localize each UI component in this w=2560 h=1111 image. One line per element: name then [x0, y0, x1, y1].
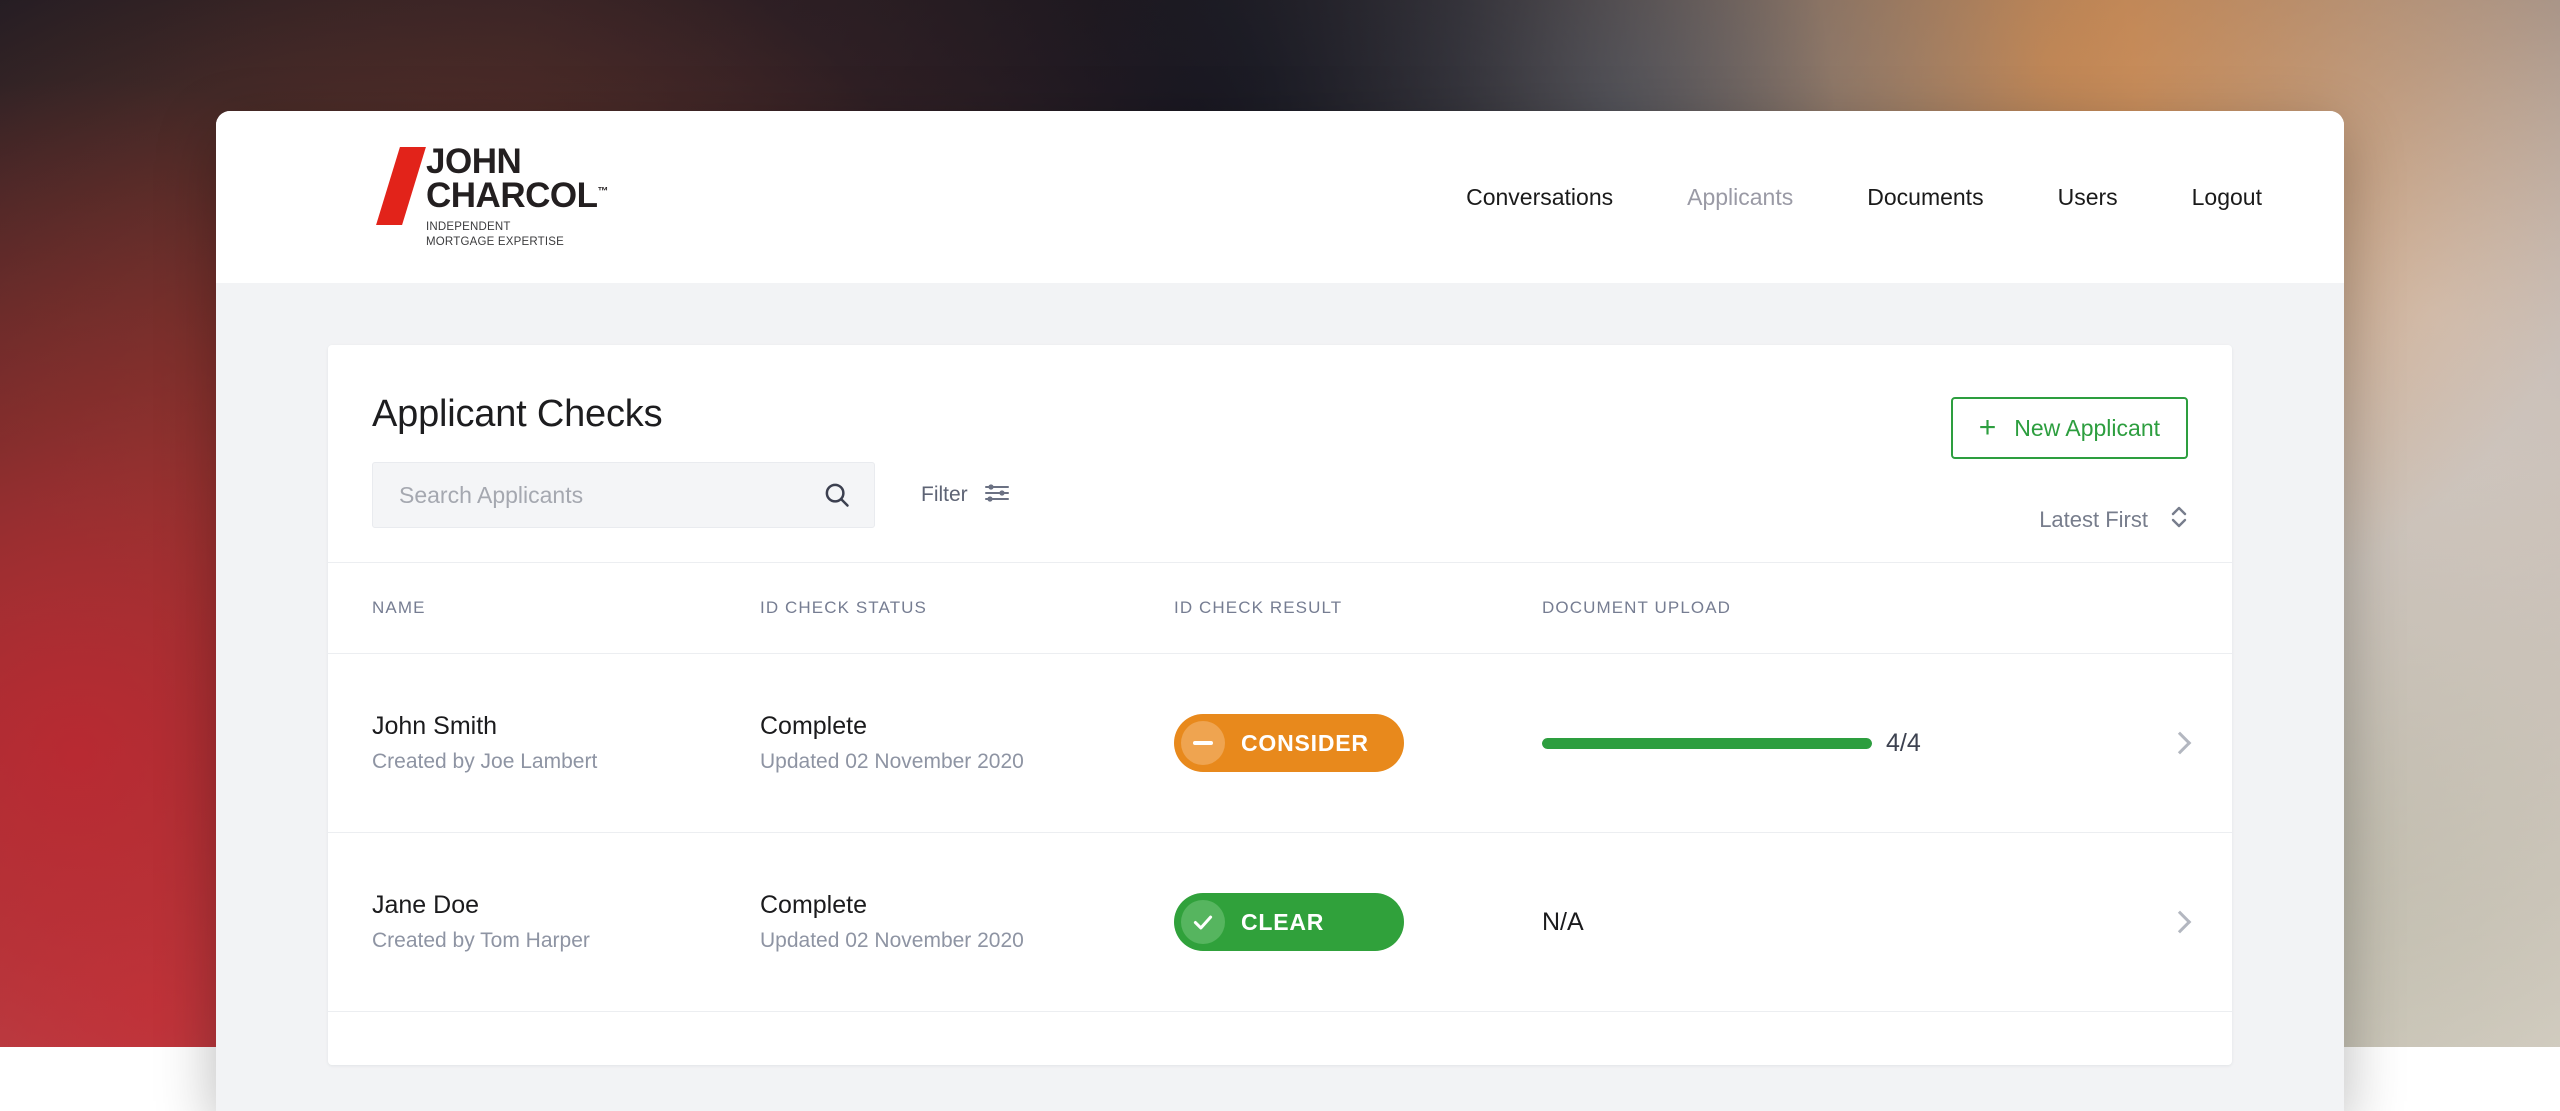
search-applicants-field[interactable] [372, 462, 875, 528]
document-upload-not-available: N/A [1542, 908, 2128, 937]
tune-icon [984, 482, 1010, 509]
logo-tagline-line-1: INDEPENDENT [426, 220, 608, 234]
check-icon [1181, 900, 1225, 944]
logo-slash-icon [376, 147, 426, 225]
main-navigation: Conversations Applicants Documents Users… [1466, 184, 2280, 211]
card-header: Applicant Checks Filter [328, 345, 2232, 562]
id-check-status: Complete [760, 711, 1174, 742]
document-upload-progress-fill [1542, 738, 1872, 749]
page-body: Applicant Checks Filter [216, 283, 2344, 1065]
applicant-created-by: Created by Joe Lambert [372, 749, 760, 775]
logo-trademark-icon: ™ [597, 185, 608, 197]
plus-icon: + [1979, 413, 1997, 443]
nav-item-users[interactable]: Users [2058, 184, 2118, 211]
browser-window: JOHN CHARCOL™ INDEPENDENT MORTGAGE EXPER… [216, 111, 2344, 1111]
chevron-right-icon [2169, 911, 2192, 934]
controls-row: Filter [372, 462, 2188, 528]
sort-order-label: Latest First [2039, 507, 2148, 533]
logo-line-2: CHARCOL™ [426, 179, 608, 213]
new-applicant-button[interactable]: + New Applicant [1951, 397, 2188, 459]
top-navigation-bar: JOHN CHARCOL™ INDEPENDENT MORTGAGE EXPER… [216, 111, 2344, 283]
id-check-updated: Updated 02 November 2020 [760, 928, 1174, 954]
row-open-chevron[interactable] [2128, 914, 2188, 930]
nav-item-documents[interactable]: Documents [1867, 184, 1983, 211]
search-input[interactable] [399, 482, 822, 509]
nav-item-logout[interactable]: Logout [2192, 184, 2262, 211]
id-check-status-cell: Complete Updated 02 November 2020 [760, 711, 1174, 776]
table-header-row: NAME ID CHECK STATUS ID CHECK RESULT DOC… [328, 562, 2232, 654]
filter-button[interactable]: Filter [921, 482, 1010, 509]
applicants-table: NAME ID CHECK STATUS ID CHECK RESULT DOC… [328, 562, 2232, 1012]
chevron-up-down-icon [2170, 503, 2188, 536]
logo-line-2-text: CHARCOL [426, 176, 597, 215]
search-icon[interactable] [822, 480, 852, 510]
id-check-updated: Updated 02 November 2020 [760, 749, 1174, 775]
page-title: Applicant Checks [372, 393, 2188, 436]
column-header-name: NAME [372, 598, 760, 618]
status-badge-label: CONSIDER [1241, 730, 1369, 757]
row-open-chevron[interactable] [2128, 735, 2188, 751]
applicant-name-cell: John Smith Created by Joe Lambert [372, 711, 760, 776]
logo-line-1: JOHN [426, 145, 608, 179]
john-charcol-logo[interactable]: JOHN CHARCOL™ INDEPENDENT MORTGAGE EXPER… [388, 145, 608, 249]
id-check-status-cell: Complete Updated 02 November 2020 [760, 890, 1174, 955]
logo-tagline: INDEPENDENT MORTGAGE EXPERTISE [426, 220, 608, 249]
nav-item-conversations[interactable]: Conversations [1466, 184, 1613, 211]
minus-icon [1181, 721, 1225, 765]
applicant-created-by: Created by Tom Harper [372, 928, 760, 954]
applicant-name-cell: Jane Doe Created by Tom Harper [372, 890, 760, 955]
sort-order-selector[interactable]: Latest First [2039, 503, 2188, 536]
filter-label: Filter [921, 483, 968, 507]
document-upload-cell: N/A [1542, 908, 2128, 937]
document-upload-progress-bar [1542, 738, 1872, 749]
table-row[interactable]: Jane Doe Created by Tom Harper Complete … [328, 833, 2232, 1012]
id-check-result-cell: CONSIDER [1174, 714, 1542, 772]
id-check-status: Complete [760, 890, 1174, 921]
status-badge-label: CLEAR [1241, 909, 1324, 936]
document-upload-count: 4/4 [1886, 729, 1921, 758]
status-badge-consider[interactable]: CONSIDER [1174, 714, 1404, 772]
id-check-result-cell: CLEAR [1174, 893, 1542, 951]
document-upload-cell: 4/4 [1542, 729, 2128, 758]
status-badge-clear[interactable]: CLEAR [1174, 893, 1404, 951]
chevron-right-icon [2169, 732, 2192, 755]
logo-tagline-line-2: MORTGAGE EXPERTISE [426, 235, 608, 249]
column-header-id-check-result: ID CHECK RESULT [1174, 598, 1542, 618]
new-applicant-label: New Applicant [2014, 415, 2160, 442]
nav-item-applicants[interactable]: Applicants [1687, 184, 1793, 211]
column-header-document-upload: DOCUMENT UPLOAD [1542, 598, 2128, 618]
table-row[interactable]: John Smith Created by Joe Lambert Comple… [328, 654, 2232, 833]
applicant-name: John Smith [372, 711, 760, 742]
column-header-id-check-status: ID CHECK STATUS [760, 598, 1174, 618]
applicant-checks-card: Applicant Checks Filter [328, 345, 2232, 1065]
applicant-name: Jane Doe [372, 890, 760, 921]
